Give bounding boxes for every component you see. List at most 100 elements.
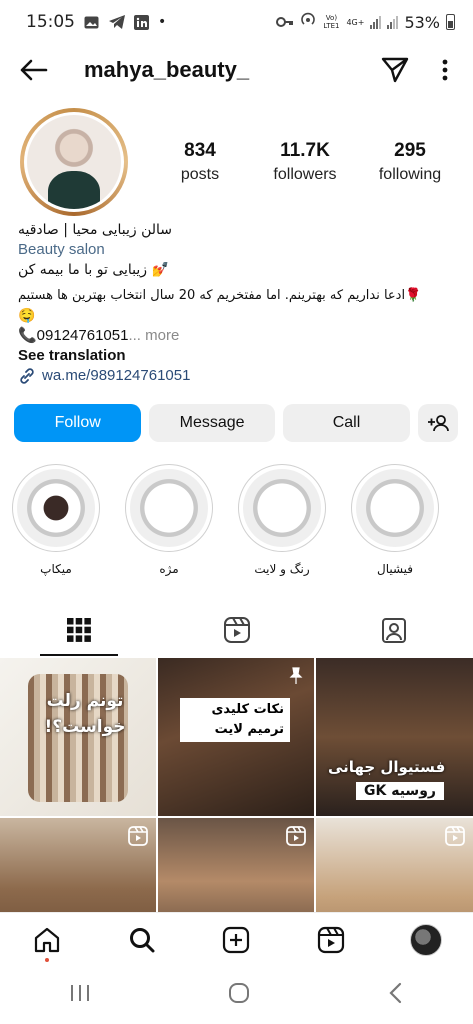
post-thumbnail[interactable]: نکات کلیدی ترمیم لایت (158, 658, 314, 816)
tagged-icon (382, 618, 407, 643)
stat-followers[interactable]: 11.7K followers (255, 140, 355, 184)
highlight-ring (125, 464, 213, 552)
post-thumbnail[interactable]: تونم رلت خواست؟! (0, 658, 156, 816)
stat-posts[interactable]: 834 posts (150, 140, 250, 184)
recent-apps-icon (70, 985, 89, 1001)
tab-posts[interactable] (0, 604, 158, 656)
follow-button[interactable]: Follow (14, 404, 142, 442)
highlight-item[interactable]: فیشیال (351, 464, 439, 576)
system-navigation (0, 966, 473, 1024)
reel-icon (128, 826, 148, 846)
profile-stats: 834 posts 11.7K followers 295 following (150, 140, 460, 184)
search-icon (129, 927, 155, 952)
add-icon (223, 926, 250, 953)
profile-bio: سالن زیبایی محیا | صادقیه Beauty salon 💅… (18, 220, 458, 386)
stat-posts-value: 834 (184, 140, 216, 161)
image-icon (83, 15, 100, 30)
message-button[interactable]: Message (149, 404, 275, 442)
highlight-cover (356, 469, 434, 547)
network-label: 4G+ (346, 17, 365, 27)
status-bar: 15:05 • Vo) LTE1 4G+ 53% (0, 0, 473, 44)
add-person-icon (428, 415, 449, 432)
highlight-item[interactable]: میکاپ (12, 464, 100, 576)
recent-apps-button[interactable] (68, 983, 92, 1007)
bio-link-text: wa.me/989124761051 (42, 367, 191, 384)
story-highlights: میکاپ مژه رنگ و لایت فیشیال (12, 464, 473, 576)
hotspot-icon (300, 12, 316, 32)
profile-tabs (0, 604, 473, 656)
bio-line-2: 🌹ادعا نداریم که بهترینم. اما مفتخریم که … (18, 288, 422, 303)
post-caption: فستیوال جهانی (328, 758, 446, 776)
more-icon (442, 59, 448, 81)
home-icon (35, 927, 60, 952)
more-options-button[interactable] (435, 52, 455, 88)
tab-reels[interactable] (158, 604, 316, 656)
highlight-ring (351, 464, 439, 552)
send-button[interactable] (377, 52, 413, 88)
highlight-label: مژه (159, 562, 179, 576)
reel-icon (445, 826, 465, 846)
reels-icon (223, 617, 250, 643)
suggested-users-button[interactable] (418, 404, 458, 442)
nav-home[interactable] (27, 920, 67, 962)
grid-icon (66, 618, 91, 642)
home-circle-icon (228, 983, 249, 1003)
nav-create[interactable] (216, 920, 256, 960)
post-caption: نکات کلیدی ترمیم لایت (180, 698, 290, 742)
system-back-button[interactable] (386, 981, 406, 1009)
highlight-cover (243, 469, 321, 547)
bio-link-row[interactable]: wa.me/989124761051 (18, 366, 458, 386)
bio-more-link[interactable]: ... more (128, 327, 179, 344)
stat-following[interactable]: 295 following (360, 140, 460, 184)
back-arrow-icon (20, 59, 48, 81)
bio-name: سالن زیبایی محیا | صادقیه (18, 222, 172, 238)
linkedin-icon (133, 14, 150, 30)
post-caption: تونم رلت خواست؟! (44, 691, 126, 737)
profile-username: mahya_beauty_ (84, 57, 250, 82)
bio-category[interactable]: Beauty salon (18, 240, 458, 260)
highlight-cover (17, 469, 95, 547)
status-right: Vo) LTE1 4G+ 53% (276, 12, 455, 32)
pin-icon (289, 667, 303, 684)
profile-avatar-small (409, 923, 442, 956)
nav-reels[interactable] (311, 920, 351, 960)
highlight-label: میکاپ (40, 562, 72, 576)
highlight-ring (12, 464, 100, 552)
stat-posts-label: posts (180, 166, 220, 183)
post-thumbnail[interactable]: فستیوال جهانی GK روسیه (316, 658, 473, 816)
bottom-navigation (0, 912, 473, 966)
highlight-label: رنگ و لایت (254, 562, 310, 576)
stat-following-label: following (378, 166, 442, 183)
reel-icon (286, 826, 306, 846)
highlight-cover (130, 469, 208, 547)
signal-icon (370, 15, 382, 29)
bio-phone[interactable]: 📞09124761051 (18, 327, 128, 344)
stat-followers-label: followers (273, 166, 337, 183)
highlight-ring (238, 464, 326, 552)
nav-profile[interactable] (406, 920, 446, 960)
bio-line-3: 🤤 (18, 308, 36, 324)
home-button[interactable] (227, 981, 251, 1009)
nav-search[interactable] (122, 920, 162, 960)
back-button[interactable] (18, 52, 54, 88)
see-translation-link[interactable]: See translation (18, 346, 458, 366)
link-icon (20, 368, 34, 384)
tab-tagged[interactable] (315, 604, 473, 656)
post-badge: GK روسیه (356, 782, 444, 800)
profile-avatar-ring[interactable] (20, 108, 128, 216)
carrier-label: Vo) LTE1 (323, 14, 340, 30)
bio-line-1: 💅 زیبایی تو با ما بیمه کن (18, 262, 169, 278)
status-time: 15:05 (26, 12, 75, 32)
reels-icon (317, 926, 345, 953)
notification-dot (45, 957, 50, 962)
highlight-item[interactable]: مژه (125, 464, 213, 576)
battery-icon (446, 14, 455, 30)
status-left: 15:05 • (26, 12, 166, 32)
stat-following-value: 295 (394, 140, 426, 161)
signal-icon-2 (387, 15, 399, 29)
key-icon (276, 13, 294, 32)
highlight-item[interactable]: رنگ و لایت (238, 464, 326, 576)
call-button[interactable]: Call (282, 404, 411, 442)
profile-avatar (27, 115, 121, 209)
highlight-label: فیشیال (376, 562, 414, 576)
